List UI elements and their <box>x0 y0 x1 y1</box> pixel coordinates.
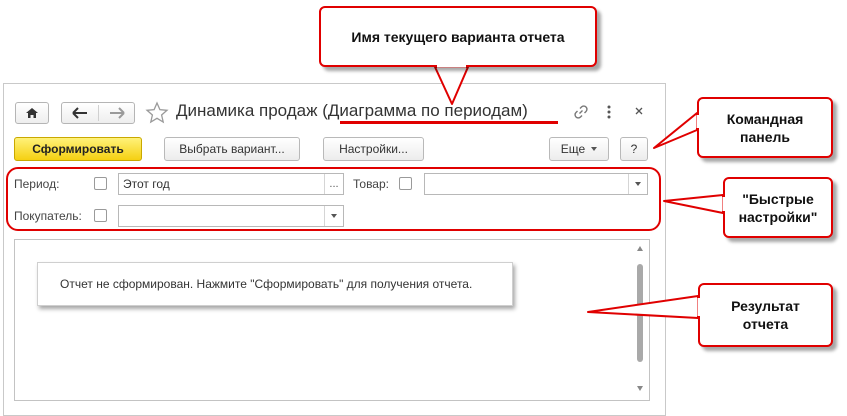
callout-pointer-joins <box>437 64 726 316</box>
